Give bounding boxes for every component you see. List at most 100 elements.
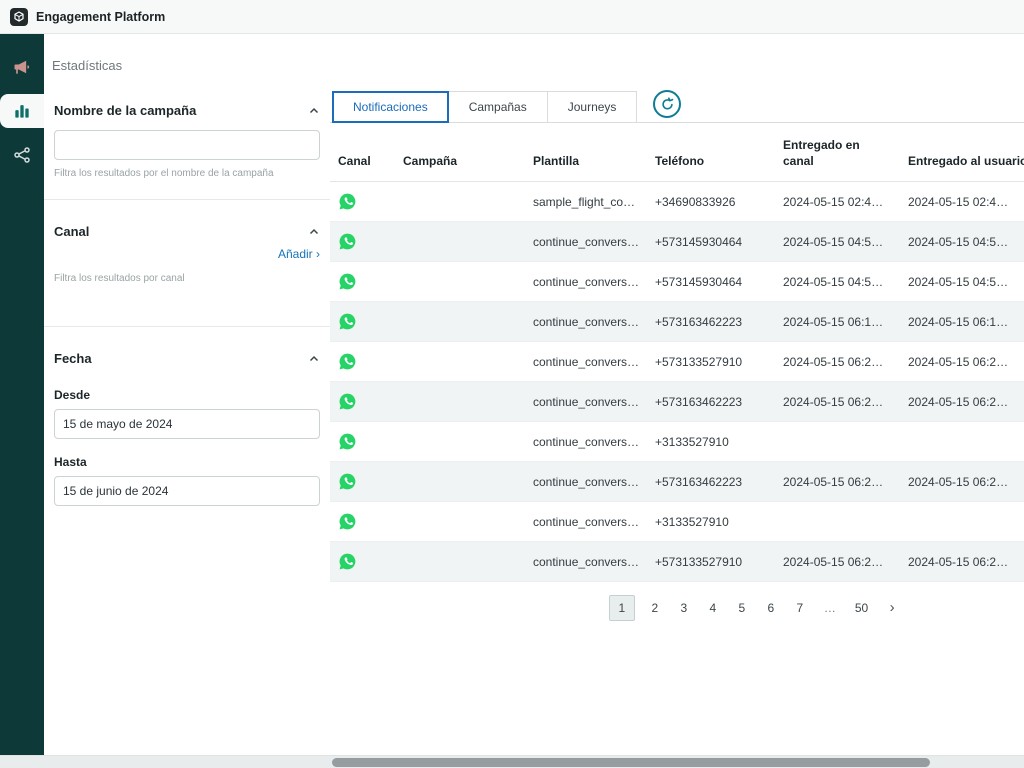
horizontal-scrollbar[interactable] <box>0 755 1024 768</box>
channel-cell <box>330 502 395 542</box>
template-cell: continue_convers… <box>525 422 647 462</box>
campaign-name-help: Filtra los resultados por el nombre de l… <box>54 168 320 179</box>
delivered-channel-cell: 2024-05-15 02:4… <box>775 182 900 222</box>
date-from-label: Desde <box>54 388 320 402</box>
delivered-channel-cell: 2024-05-15 06:2… <box>775 382 900 422</box>
campaign-cell <box>395 342 525 382</box>
channel-cell <box>330 422 395 462</box>
page-4-button[interactable]: 4 <box>704 596 722 620</box>
channel-cell <box>330 382 395 422</box>
delivered-channel-cell: 2024-05-15 06:2… <box>775 542 900 582</box>
main-panel: NotificacionesCampañasJourneys <box>330 73 1024 768</box>
delivered-user-cell: 2024-05-15 04:5… <box>900 262 1024 302</box>
column-header: Campaña <box>395 123 525 182</box>
delivered-channel-cell: 2024-05-15 06:2… <box>775 462 900 502</box>
chevron-up-icon[interactable] <box>308 353 320 365</box>
phone-cell: +34690833926 <box>647 182 775 222</box>
date-to-label: Hasta <box>54 455 320 469</box>
campaign-cell <box>395 262 525 302</box>
template-cell: continue_convers… <box>525 262 647 302</box>
filter-section-channel[interactable]: Canal <box>54 224 320 239</box>
whatsapp-icon <box>338 232 357 251</box>
delivered-user-cell <box>900 502 1024 542</box>
refresh-button[interactable] <box>653 90 681 118</box>
page-50-button[interactable]: 50 <box>851 596 872 620</box>
table-row[interactable]: continue_convers…+5731634622232024-05-15… <box>330 462 1024 502</box>
page-title: Estadísticas <box>44 34 1024 73</box>
tab-notificaciones[interactable]: Notificaciones <box>332 91 449 123</box>
sidebar-item-campaigns[interactable] <box>0 50 44 84</box>
date-label: Fecha <box>54 351 92 366</box>
chevron-up-icon[interactable] <box>308 105 320 117</box>
channel-help: Filtra los resultados por canal <box>54 273 320 284</box>
template-cell: continue_convers… <box>525 222 647 262</box>
next-page-button[interactable]: › <box>883 594 901 621</box>
delivered-channel-cell: 2024-05-15 04:5… <box>775 262 900 302</box>
delivered-channel-cell: 2024-05-15 06:2… <box>775 342 900 382</box>
table-row[interactable]: continue_convers…+5731634622232024-05-15… <box>330 302 1024 342</box>
table-row[interactable]: sample_flight_co…+346908339262024-05-15 … <box>330 182 1024 222</box>
whatsapp-icon <box>338 552 357 571</box>
whatsapp-icon <box>338 472 357 491</box>
column-header: Entregado al usuario <box>900 123 1024 182</box>
campaign-name-label: Nombre de la campaña <box>54 103 196 118</box>
sidebar <box>0 34 44 768</box>
table-row[interactable]: continue_convers…+5731634622232024-05-15… <box>330 382 1024 422</box>
scrollbar-thumb[interactable] <box>332 758 930 767</box>
channel-cell <box>330 542 395 582</box>
tab-journeys[interactable]: Journeys <box>547 91 638 123</box>
bar-chart-icon <box>12 101 32 121</box>
table-row[interactable]: continue_convers…+3133527910 <box>330 422 1024 462</box>
delivered-user-cell <box>900 422 1024 462</box>
page-2-button[interactable]: 2 <box>646 596 664 620</box>
tab-campañas[interactable]: Campañas <box>448 91 548 123</box>
app-logo <box>10 8 28 26</box>
campaign-cell <box>395 302 525 342</box>
template-cell: continue_convers… <box>525 502 647 542</box>
campaign-cell <box>395 502 525 542</box>
chevron-up-icon[interactable] <box>308 226 320 238</box>
channel-cell <box>330 182 395 222</box>
sidebar-item-journeys[interactable] <box>0 138 44 172</box>
delivered-channel-cell: 2024-05-15 06:1… <box>775 302 900 342</box>
delivered-user-cell: 2024-05-15 04:5… <box>900 222 1024 262</box>
template-cell: continue_convers… <box>525 342 647 382</box>
table-row[interactable]: continue_convers…+5731459304642024-05-15… <box>330 222 1024 262</box>
page-6-button[interactable]: 6 <box>762 596 780 620</box>
filter-section-campaign-name[interactable]: Nombre de la campaña <box>54 103 320 118</box>
date-from-input[interactable] <box>54 409 320 439</box>
delivered-channel-cell <box>775 502 900 542</box>
page-1-button[interactable]: 1 <box>609 595 635 621</box>
sidebar-item-statistics[interactable] <box>0 94 44 128</box>
whatsapp-icon <box>338 192 357 211</box>
template-cell: sample_flight_co… <box>525 182 647 222</box>
date-to-input[interactable] <box>54 476 320 506</box>
megaphone-icon <box>12 57 32 77</box>
phone-cell: +573163462223 <box>647 462 775 502</box>
notifications-table: CanalCampañaPlantillaTeléfonoEntregado e… <box>330 123 1024 582</box>
table-row[interactable]: continue_convers…+5731335279102024-05-15… <box>330 542 1024 582</box>
phone-cell: +3133527910 <box>647 422 775 462</box>
whatsapp-icon <box>338 312 357 331</box>
journeys-flow-icon <box>12 145 32 165</box>
campaign-cell <box>395 382 525 422</box>
template-cell: continue_convers… <box>525 302 647 342</box>
table-row[interactable]: continue_convers…+5731459304642024-05-15… <box>330 262 1024 302</box>
page-7-button[interactable]: 7 <box>791 596 809 620</box>
refresh-icon <box>660 97 675 112</box>
table-row[interactable]: continue_convers…+5731335279102024-05-15… <box>330 342 1024 382</box>
top-bar: Engagement Platform <box>0 0 1024 34</box>
page-5-button[interactable]: 5 <box>733 596 751 620</box>
filter-section-date[interactable]: Fecha <box>54 351 320 366</box>
app-title: Engagement Platform <box>36 10 165 24</box>
page-3-button[interactable]: 3 <box>675 596 693 620</box>
campaign-name-input[interactable] <box>54 130 320 160</box>
add-channel-link[interactable]: Añadir › <box>54 247 320 261</box>
campaign-cell <box>395 182 525 222</box>
campaign-cell <box>395 462 525 502</box>
delivered-user-cell: 2024-05-15 06:2… <box>900 462 1024 502</box>
delivered-user-cell: 2024-05-15 06:2… <box>900 342 1024 382</box>
table-row[interactable]: continue_convers…+3133527910 <box>330 502 1024 542</box>
whatsapp-icon <box>338 432 357 451</box>
divider <box>44 199 330 200</box>
